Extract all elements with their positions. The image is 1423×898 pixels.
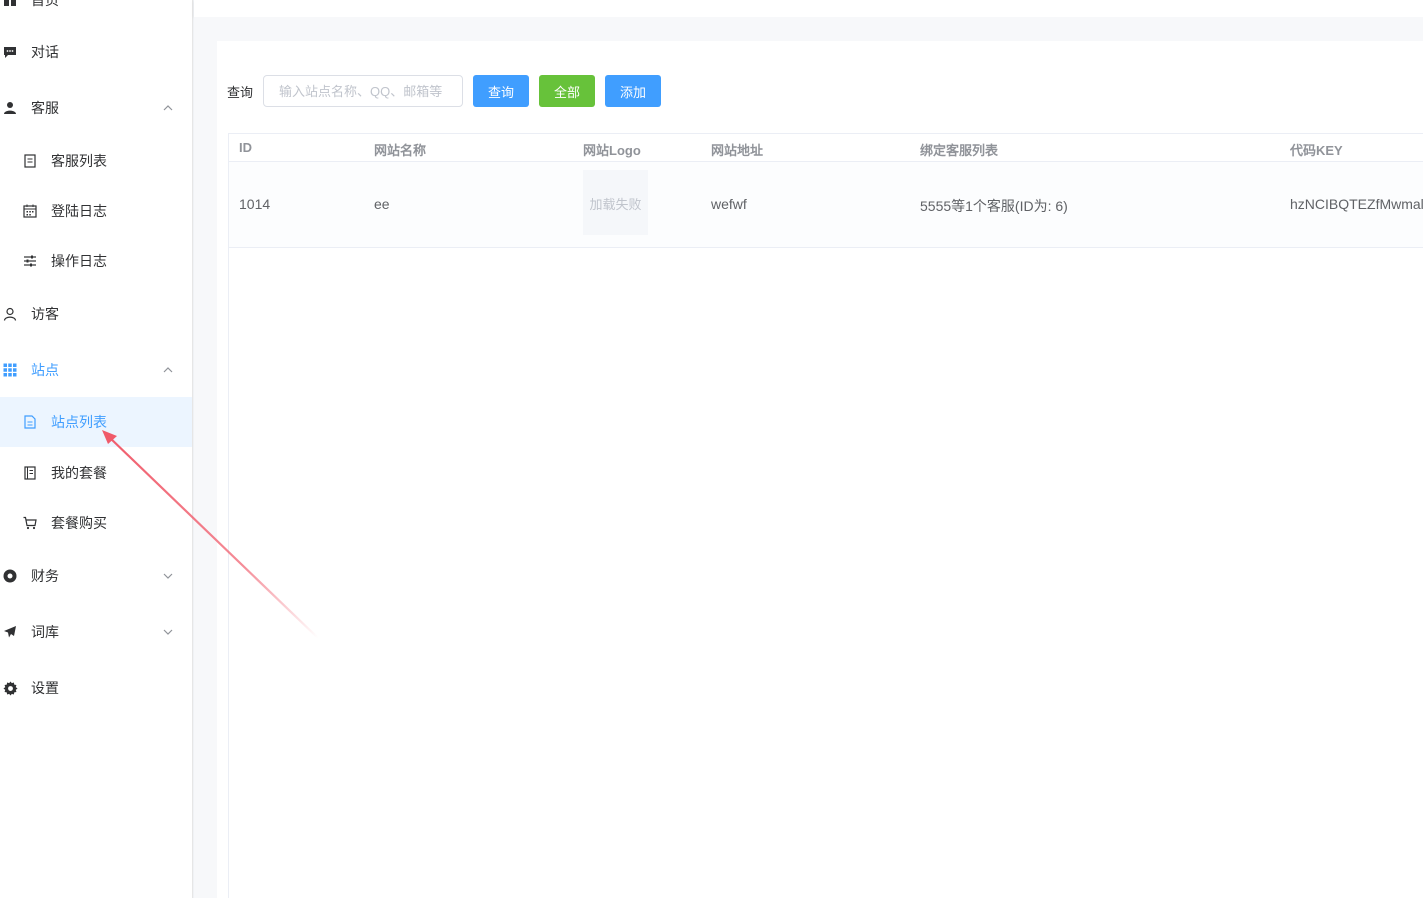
cell-site-name: ee [374, 196, 390, 212]
document-icon [22, 414, 38, 430]
column-header-site-name: 网站名称 [374, 143, 427, 158]
sidebar-item-label: 站点列表 [51, 414, 107, 430]
column-header-bound-agents: 绑定客服列表 [920, 143, 999, 158]
sidebar-item-label: 访客 [31, 306, 59, 322]
sidebar-item-chat[interactable]: 对话 [0, 27, 192, 77]
sidebar-item-buy-plan[interactable]: 套餐购买 [0, 498, 192, 548]
sidebar-item-label: 我的套餐 [51, 465, 107, 481]
site-logo-image: 加载失败 [583, 170, 648, 235]
sidebar-item-agent-list[interactable]: 客服列表 [0, 136, 192, 186]
logo-load-failed-text: 加载失败 [589, 197, 642, 212]
search-input[interactable] [263, 75, 463, 107]
sidebar: 首页 对话 客服 客服列表 登陆日志 操作日志 访客 站点 站点列表 我的套餐 … [0, 0, 193, 898]
user-outline-icon [2, 306, 18, 322]
sidebar-item-site-list[interactable]: 站点列表 [0, 397, 192, 447]
column-header-id: ID [239, 140, 252, 155]
chat-icon [2, 44, 18, 60]
sidebar-item-customer-service[interactable]: 客服 [0, 83, 192, 133]
table-header: ID 网站名称 网站Logo 网站地址 绑定客服列表 代码KEY [229, 134, 1423, 162]
sites-table: ID 网站名称 网站Logo 网站地址 绑定客服列表 代码KEY 1014 ee… [228, 133, 1423, 898]
cell-id: 1014 [239, 196, 271, 212]
chevron-down-icon [163, 571, 173, 581]
calendar-icon [22, 203, 38, 219]
sidebar-item-label: 词库 [31, 624, 59, 640]
sidebar-item-visitors[interactable]: 访客 [0, 289, 192, 339]
cart-icon [22, 515, 38, 531]
grid-icon [2, 362, 18, 378]
sidebar-item-operation-log[interactable]: 操作日志 [0, 236, 192, 286]
chevron-up-icon [163, 365, 173, 375]
column-header-code-key: 代码KEY [1290, 143, 1343, 158]
cell-bound-agents: 5555等1个客服(ID为: 6) [920, 198, 1068, 214]
sidebar-item-label: 站点 [31, 362, 59, 378]
lifebuoy-icon [2, 568, 18, 584]
sidebar-item-label: 操作日志 [51, 253, 107, 269]
home-icon [2, 0, 18, 8]
sidebar-item-label: 财务 [31, 568, 59, 584]
sidebar-item-label: 客服 [31, 100, 59, 116]
chevron-up-icon [163, 103, 173, 113]
paper-plane-icon [2, 624, 18, 640]
sliders-icon [22, 253, 38, 269]
column-header-site-url: 网站地址 [711, 143, 764, 158]
all-button[interactable]: 全部 [539, 75, 595, 107]
sidebar-item-label: 首页 [31, 0, 59, 8]
top-header [194, 0, 1423, 17]
sidebar-item-label: 设置 [31, 680, 59, 696]
document-icon [22, 153, 38, 169]
sidebar-item-label: 客服列表 [51, 153, 107, 169]
table-row[interactable]: 1014 ee 加载失败 wefwf 5555等1个客服(ID为: 6) hzN… [229, 162, 1423, 248]
query-label: 查询 [227, 85, 254, 100]
sidebar-item-sites[interactable]: 站点 [0, 345, 192, 395]
cell-site-url: wefwf [711, 196, 747, 212]
column-header-site-logo: 网站Logo [583, 143, 641, 158]
sidebar-item-label: 登陆日志 [51, 203, 107, 219]
chevron-down-icon [163, 627, 173, 637]
add-button[interactable]: 添加 [605, 75, 661, 107]
notebook-icon [22, 465, 38, 481]
sidebar-item-login-log[interactable]: 登陆日志 [0, 186, 192, 236]
sidebar-item-label: 套餐购买 [51, 515, 107, 531]
query-button[interactable]: 查询 [473, 75, 529, 107]
sidebar-item-settings[interactable]: 设置 [0, 663, 192, 713]
gear-icon [2, 680, 18, 696]
sidebar-item-label: 对话 [31, 44, 59, 60]
sidebar-item-finance[interactable]: 财务 [0, 551, 192, 601]
sidebar-item-my-plan[interactable]: 我的套餐 [0, 448, 192, 498]
sidebar-item-home[interactable]: 首页 [0, 0, 192, 25]
cell-code-key: hzNCIBQTEZfMwmal [1290, 196, 1423, 212]
sidebar-item-lexicon[interactable]: 词库 [0, 607, 192, 657]
user-icon [2, 100, 18, 116]
